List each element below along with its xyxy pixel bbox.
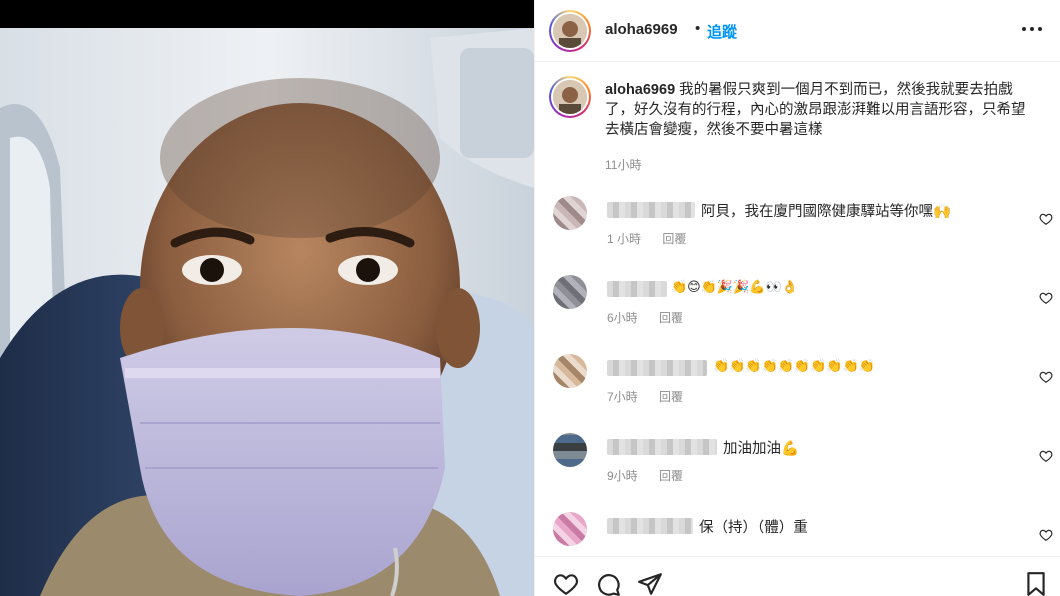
bookmark-icon[interactable] <box>1023 571 1049 596</box>
selfie-image <box>0 28 534 596</box>
comment-item: 保（持）（體）重 <box>535 512 1060 552</box>
comment-time[interactable]: 7小時 <box>607 390 638 404</box>
comment-like-heart-icon[interactable] <box>1039 291 1053 305</box>
post-photo[interactable] <box>0 0 534 596</box>
comment-like-heart-icon[interactable] <box>1039 449 1053 463</box>
photo-letterbox <box>0 0 534 28</box>
comment-time[interactable]: 1 小時 <box>607 232 641 246</box>
commenter-avatar[interactable] <box>553 512 587 546</box>
post-header: aloha6969 • 追蹤 <box>535 0 1060 62</box>
reply-button[interactable]: 回覆 <box>659 390 683 404</box>
commenter-avatar[interactable] <box>553 275 587 309</box>
more-options-icon[interactable] <box>1017 14 1047 44</box>
commenter-avatar[interactable] <box>553 196 587 230</box>
instagram-post-window: aloha6969 • 追蹤 aloha6969 我的暑假只爽到一個月不到而已，… <box>0 0 1060 596</box>
commenter-name-blurred[interactable] <box>607 439 717 455</box>
comment-time[interactable]: 9小時 <box>607 469 638 483</box>
comment-meta: 7小時 回覆 <box>607 388 701 405</box>
post-action-bar <box>535 556 1060 596</box>
comment-text: 👏😊👏🎉🎉💪👀👌 <box>671 279 798 294</box>
caption-avatar[interactable] <box>549 76 591 118</box>
comment-meta: 9小時 回覆 <box>607 467 701 484</box>
comment-time[interactable]: 6小時 <box>607 311 638 325</box>
commenter-avatar[interactable] <box>553 433 587 467</box>
author-avatar[interactable] <box>549 10 591 52</box>
author-username[interactable]: aloha6969 <box>605 21 678 38</box>
reply-button[interactable]: 回覆 <box>659 311 683 325</box>
commenter-name-blurred[interactable] <box>607 202 695 218</box>
commenter-name-blurred[interactable] <box>607 360 707 376</box>
comment-item: 👏😊👏🎉🎉💪👀👌 6小時 回覆 <box>535 275 1060 345</box>
post-side-panel: aloha6969 • 追蹤 aloha6969 我的暑假只爽到一個月不到而已，… <box>534 0 1060 596</box>
comment-text: 加油加油💪 <box>723 441 800 457</box>
comment-text: 保（持）（體）重 <box>699 520 808 536</box>
commenter-avatar[interactable] <box>553 354 587 388</box>
comment-text: 阿貝，我在廈門國際健康驛站等你嘿🙌 <box>701 204 952 220</box>
commenter-name-blurred[interactable] <box>607 518 693 534</box>
reply-button[interactable]: 回覆 <box>659 469 683 483</box>
comment-meta: 1 小時 回覆 <box>607 230 704 247</box>
comment-like-heart-icon[interactable] <box>1039 528 1053 542</box>
follow-button[interactable]: 追蹤 <box>707 21 737 42</box>
comment-like-heart-icon[interactable] <box>1039 370 1053 384</box>
comment-item: 阿貝，我在廈門國際健康驛站等你嘿🙌 1 小時 回覆 <box>535 196 1060 266</box>
comment-text: 👏👏👏👏👏👏👏👏👏👏 <box>713 358 875 373</box>
comment-like-heart-icon[interactable] <box>1039 212 1053 226</box>
heart-icon[interactable] <box>553 571 579 596</box>
caption-username[interactable]: aloha6969 <box>605 82 675 98</box>
comment-item: 👏👏👏👏👏👏👏👏👏👏 7小時 回覆 <box>535 354 1060 424</box>
reply-button[interactable]: 回覆 <box>662 232 686 246</box>
comment-item: 加油加油💪 9小時 回覆 <box>535 433 1060 503</box>
commenter-name-blurred[interactable] <box>607 281 667 297</box>
caption-timestamp[interactable]: 11小時 <box>605 156 641 173</box>
send-icon[interactable] <box>637 571 663 596</box>
separator-dot: • <box>695 20 701 37</box>
post-caption: aloha6969 我的暑假只爽到一個月不到而已，然後我就要去拍戲了，好久沒有的… <box>605 80 1035 140</box>
comment-icon[interactable] <box>595 571 621 596</box>
comment-meta: 6小時 回覆 <box>607 309 701 326</box>
